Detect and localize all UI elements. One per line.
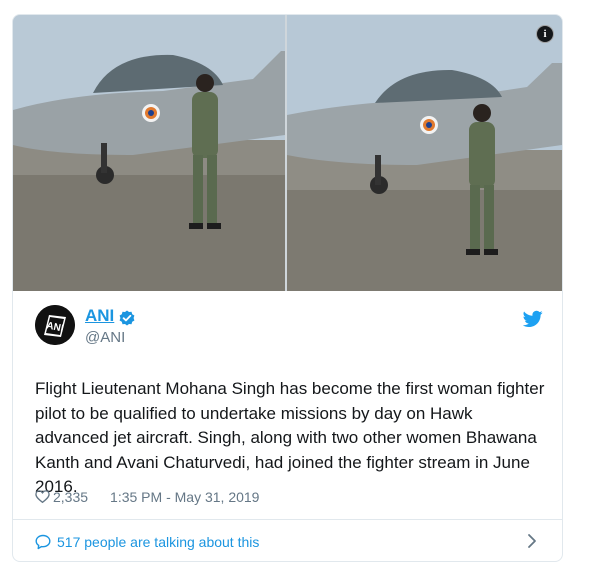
heart-icon[interactable]: [35, 489, 50, 504]
talking-link[interactable]: 517 people are talking about this: [35, 534, 259, 550]
pilot-photo-illustration: [13, 15, 285, 291]
ani-logo-icon: ANI: [35, 305, 75, 345]
divider: [13, 519, 562, 520]
chevron-right-icon[interactable]: [527, 533, 537, 549]
tweet-timestamp[interactable]: 1:35 PM - May 31, 2019: [110, 489, 259, 505]
photo-pilot-right[interactable]: [287, 15, 562, 291]
photo-pilot-left[interactable]: [13, 15, 285, 291]
pilot-photo-illustration: [287, 15, 562, 291]
tweet-text: Flight Lieutenant Mohana Singh has becom…: [35, 379, 545, 497]
tweet-card[interactable]: i ANI ANI @ANI Flight Lieutenant Mohana …: [12, 14, 563, 562]
verified-badge-icon: [119, 310, 135, 326]
twitter-bird-icon[interactable]: [523, 310, 543, 328]
avatar[interactable]: ANI: [35, 305, 75, 345]
tweet-media[interactable]: i: [13, 15, 562, 291]
info-icon[interactable]: i: [536, 25, 554, 43]
tweet-header: ANI ANI @ANI: [35, 305, 545, 353]
speech-bubble-icon: [35, 534, 51, 550]
talking-label[interactable]: 517 people are talking about this: [57, 534, 259, 550]
tweet-meta: 2,335 1:35 PM - May 31, 2019: [35, 489, 259, 505]
author-name[interactable]: ANI: [85, 306, 114, 326]
like-count[interactable]: 2,335: [53, 489, 88, 505]
author-handle[interactable]: @ANI: [85, 329, 125, 346]
